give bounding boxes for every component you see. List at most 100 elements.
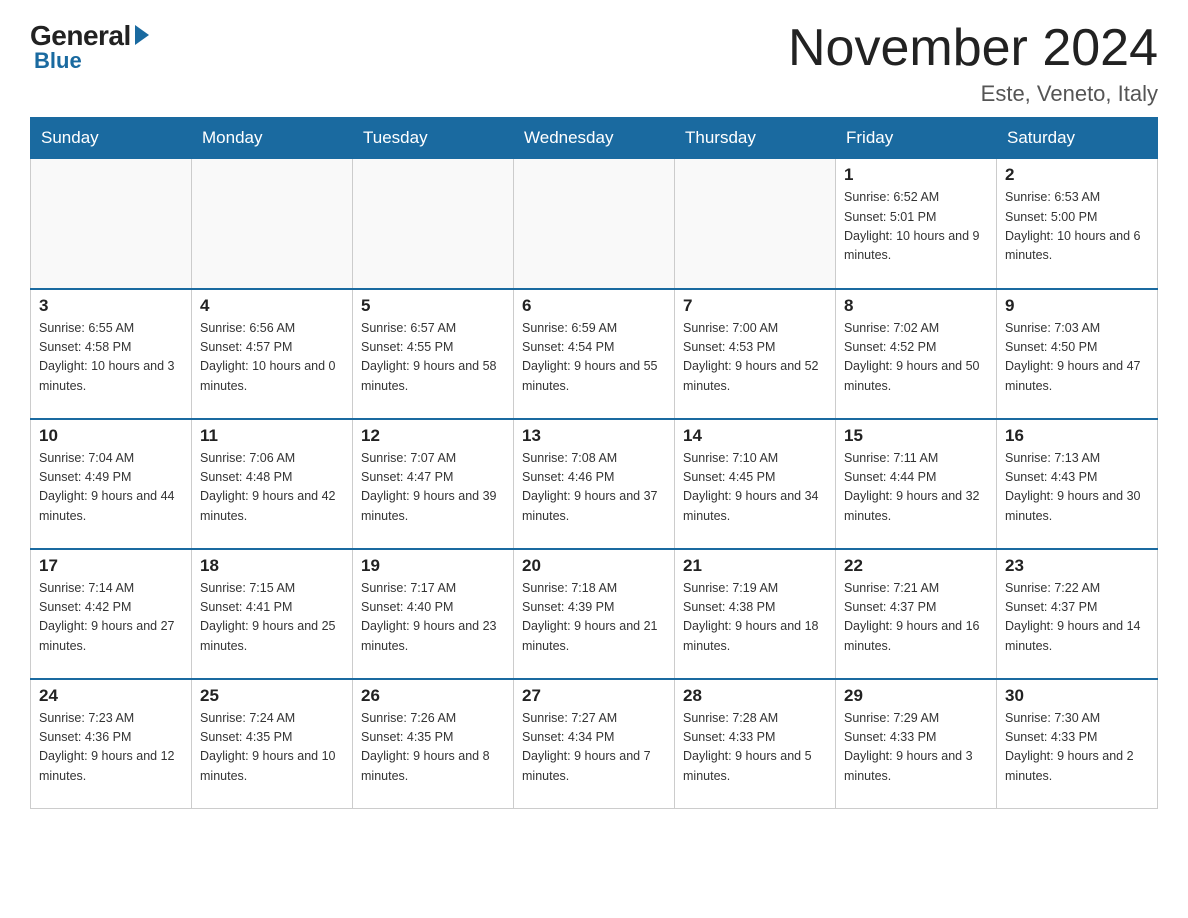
day-info: Sunrise: 7:29 AMSunset: 4:33 PMDaylight:… <box>844 709 988 787</box>
day-number: 17 <box>39 556 183 576</box>
day-number: 28 <box>683 686 827 706</box>
calendar-day-cell: 6 Sunrise: 6:59 AMSunset: 4:54 PMDaylight… <box>514 289 675 419</box>
calendar-day-cell <box>31 159 192 289</box>
day-number: 23 <box>1005 556 1149 576</box>
day-info: Sunrise: 6:59 AMSunset: 4:54 PMDaylight:… <box>522 319 666 397</box>
day-info: Sunrise: 7:24 AMSunset: 4:35 PMDaylight:… <box>200 709 344 787</box>
day-number: 11 <box>200 426 344 446</box>
day-info: Sunrise: 7:26 AMSunset: 4:35 PMDaylight:… <box>361 709 505 787</box>
calendar-day-cell <box>514 159 675 289</box>
calendar-day-cell: 22 Sunrise: 7:21 AMSunset: 4:37 PMDayligh… <box>836 549 997 679</box>
day-info: Sunrise: 7:28 AMSunset: 4:33 PMDaylight:… <box>683 709 827 787</box>
day-of-week-header: Saturday <box>997 118 1158 159</box>
day-of-week-header: Friday <box>836 118 997 159</box>
day-info: Sunrise: 7:07 AMSunset: 4:47 PMDaylight:… <box>361 449 505 527</box>
day-info: Sunrise: 7:21 AMSunset: 4:37 PMDaylight:… <box>844 579 988 657</box>
calendar-day-cell <box>675 159 836 289</box>
day-info: Sunrise: 7:15 AMSunset: 4:41 PMDaylight:… <box>200 579 344 657</box>
day-number: 30 <box>1005 686 1149 706</box>
calendar-day-cell: 24 Sunrise: 7:23 AMSunset: 4:36 PMDayligh… <box>31 679 192 809</box>
day-of-week-header: Tuesday <box>353 118 514 159</box>
calendar-day-cell: 21 Sunrise: 7:19 AMSunset: 4:38 PMDayligh… <box>675 549 836 679</box>
calendar-day-cell: 2 Sunrise: 6:53 AMSunset: 5:00 PMDaylight… <box>997 159 1158 289</box>
day-number: 16 <box>1005 426 1149 446</box>
calendar-day-cell: 15 Sunrise: 7:11 AMSunset: 4:44 PMDayligh… <box>836 419 997 549</box>
calendar-day-cell: 10 Sunrise: 7:04 AMSunset: 4:49 PMDayligh… <box>31 419 192 549</box>
day-info: Sunrise: 7:18 AMSunset: 4:39 PMDaylight:… <box>522 579 666 657</box>
calendar-day-cell: 23 Sunrise: 7:22 AMSunset: 4:37 PMDayligh… <box>997 549 1158 679</box>
day-number: 2 <box>1005 165 1149 185</box>
day-info: Sunrise: 7:11 AMSunset: 4:44 PMDaylight:… <box>844 449 988 527</box>
calendar-day-cell: 28 Sunrise: 7:28 AMSunset: 4:33 PMDayligh… <box>675 679 836 809</box>
day-of-week-header: Thursday <box>675 118 836 159</box>
day-number: 10 <box>39 426 183 446</box>
calendar-day-cell: 11 Sunrise: 7:06 AMSunset: 4:48 PMDayligh… <box>192 419 353 549</box>
logo: General Blue <box>30 20 149 74</box>
calendar-day-cell: 8 Sunrise: 7:02 AMSunset: 4:52 PMDaylight… <box>836 289 997 419</box>
day-info: Sunrise: 7:13 AMSunset: 4:43 PMDaylight:… <box>1005 449 1149 527</box>
calendar-week-row: 17 Sunrise: 7:14 AMSunset: 4:42 PMDayligh… <box>31 549 1158 679</box>
calendar-day-cell: 3Sunrise: 6:55 AMSunset: 4:58 PMDaylight… <box>31 289 192 419</box>
day-of-week-header: Wednesday <box>514 118 675 159</box>
logo-blue-text: Blue <box>34 48 82 74</box>
day-info: Sunrise: 6:56 AMSunset: 4:57 PMDaylight:… <box>200 319 344 397</box>
day-of-week-header: Sunday <box>31 118 192 159</box>
day-info: Sunrise: 7:30 AMSunset: 4:33 PMDaylight:… <box>1005 709 1149 787</box>
calendar-day-cell: 7 Sunrise: 7:00 AMSunset: 4:53 PMDaylight… <box>675 289 836 419</box>
calendar-day-cell <box>353 159 514 289</box>
day-number: 12 <box>361 426 505 446</box>
calendar-day-cell: 9Sunrise: 7:03 AMSunset: 4:50 PMDaylight… <box>997 289 1158 419</box>
calendar-day-cell: 25 Sunrise: 7:24 AMSunset: 4:35 PMDayligh… <box>192 679 353 809</box>
day-number: 7 <box>683 296 827 316</box>
day-number: 27 <box>522 686 666 706</box>
month-year-title: November 2024 <box>788 20 1158 77</box>
day-number: 29 <box>844 686 988 706</box>
day-number: 18 <box>200 556 344 576</box>
calendar-day-cell: 20 Sunrise: 7:18 AMSunset: 4:39 PMDayligh… <box>514 549 675 679</box>
day-number: 6 <box>522 296 666 316</box>
day-number: 25 <box>200 686 344 706</box>
day-number: 19 <box>361 556 505 576</box>
location-subtitle: Este, Veneto, Italy <box>788 81 1158 107</box>
day-info: Sunrise: 7:14 AMSunset: 4:42 PMDaylight:… <box>39 579 183 657</box>
day-info: Sunrise: 7:22 AMSunset: 4:37 PMDaylight:… <box>1005 579 1149 657</box>
day-number: 20 <box>522 556 666 576</box>
calendar-day-cell: 17 Sunrise: 7:14 AMSunset: 4:42 PMDayligh… <box>31 549 192 679</box>
calendar-week-row: 10 Sunrise: 7:04 AMSunset: 4:49 PMDayligh… <box>31 419 1158 549</box>
calendar-table: SundayMondayTuesdayWednesdayThursdayFrid… <box>30 117 1158 809</box>
day-info: Sunrise: 7:23 AMSunset: 4:36 PMDaylight:… <box>39 709 183 787</box>
calendar-day-cell: 14 Sunrise: 7:10 AMSunset: 4:45 PMDayligh… <box>675 419 836 549</box>
day-number: 9 <box>1005 296 1149 316</box>
day-info: Sunrise: 7:10 AMSunset: 4:45 PMDaylight:… <box>683 449 827 527</box>
day-info: Sunrise: 7:04 AMSunset: 4:49 PMDaylight:… <box>39 449 183 527</box>
calendar-day-cell: 12 Sunrise: 7:07 AMSunset: 4:47 PMDayligh… <box>353 419 514 549</box>
day-number: 26 <box>361 686 505 706</box>
day-info: Sunrise: 6:57 AMSunset: 4:55 PMDaylight:… <box>361 319 505 397</box>
calendar-day-cell: 18 Sunrise: 7:15 AMSunset: 4:41 PMDayligh… <box>192 549 353 679</box>
day-number: 14 <box>683 426 827 446</box>
day-number: 1 <box>844 165 988 185</box>
day-info: Sunrise: 6:53 AMSunset: 5:00 PMDaylight:… <box>1005 188 1149 266</box>
calendar-week-row: 24 Sunrise: 7:23 AMSunset: 4:36 PMDayligh… <box>31 679 1158 809</box>
day-info: Sunrise: 7:00 AMSunset: 4:53 PMDaylight:… <box>683 319 827 397</box>
calendar-day-cell: 29 Sunrise: 7:29 AMSunset: 4:33 PMDayligh… <box>836 679 997 809</box>
day-of-week-header: Monday <box>192 118 353 159</box>
calendar-day-cell: 1 Sunrise: 6:52 AMSunset: 5:01 PMDaylight… <box>836 159 997 289</box>
calendar-day-cell: 30 Sunrise: 7:30 AMSunset: 4:33 PMDayligh… <box>997 679 1158 809</box>
day-number: 22 <box>844 556 988 576</box>
day-number: 3 <box>39 296 183 316</box>
day-info: Sunrise: 7:06 AMSunset: 4:48 PMDaylight:… <box>200 449 344 527</box>
day-number: 4 <box>200 296 344 316</box>
day-number: 15 <box>844 426 988 446</box>
calendar-header-row: SundayMondayTuesdayWednesdayThursdayFrid… <box>31 118 1158 159</box>
day-number: 21 <box>683 556 827 576</box>
day-number: 8 <box>844 296 988 316</box>
day-info: Sunrise: 6:52 AMSunset: 5:01 PMDaylight:… <box>844 188 988 266</box>
calendar-day-cell: 5Sunrise: 6:57 AMSunset: 4:55 PMDaylight… <box>353 289 514 419</box>
day-info: Sunrise: 7:19 AMSunset: 4:38 PMDaylight:… <box>683 579 827 657</box>
calendar-day-cell: 13Sunrise: 7:08 AMSunset: 4:46 PMDayligh… <box>514 419 675 549</box>
day-number: 24 <box>39 686 183 706</box>
day-info: Sunrise: 7:02 AMSunset: 4:52 PMDaylight:… <box>844 319 988 397</box>
calendar-day-cell: 4 Sunrise: 6:56 AMSunset: 4:57 PMDaylight… <box>192 289 353 419</box>
calendar-day-cell: 19Sunrise: 7:17 AMSunset: 4:40 PMDayligh… <box>353 549 514 679</box>
